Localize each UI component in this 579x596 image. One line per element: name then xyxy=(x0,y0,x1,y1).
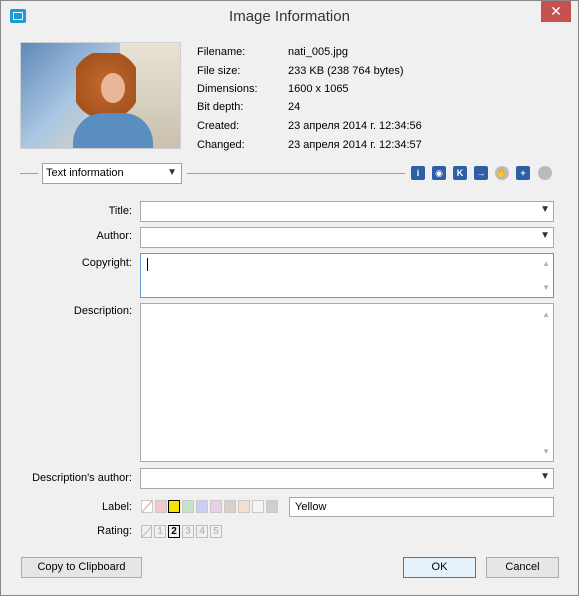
section-dropdown-value: Text information xyxy=(46,167,124,179)
chevron-down-icon[interactable]: ▼ xyxy=(540,204,550,215)
scroll-down-icon[interactable]: ▼ xyxy=(542,283,550,292)
rating-5[interactable]: 5 xyxy=(210,525,222,538)
info-label: Dimensions: xyxy=(197,83,258,95)
info-value: nati_005.jpg xyxy=(288,46,348,58)
keyword-icon[interactable]: K xyxy=(453,166,467,180)
divider xyxy=(187,173,405,174)
label-swatch-brown[interactable] xyxy=(224,500,236,513)
info-label: Created: xyxy=(197,120,240,132)
label-swatch-none[interactable] xyxy=(141,500,153,513)
window-title: Image Information xyxy=(229,8,350,25)
author-label: Author: xyxy=(96,230,132,242)
chevron-down-icon[interactable]: ▼ xyxy=(540,471,550,482)
globe-icon[interactable] xyxy=(538,166,552,180)
label-swatch-yellow[interactable] xyxy=(168,500,180,513)
description-field[interactable]: ▲ ▼ xyxy=(140,303,554,462)
label-swatch-white[interactable] xyxy=(252,500,264,513)
rating-2[interactable]: 2 xyxy=(168,525,180,538)
label-swatch-orange[interactable] xyxy=(238,500,250,513)
divider xyxy=(20,173,38,174)
scroll-up-icon[interactable]: ▲ xyxy=(542,310,550,319)
info-label: Changed: xyxy=(197,139,245,151)
rating-1[interactable]: 1 xyxy=(154,525,166,538)
chevron-down-icon: ▼ xyxy=(167,167,177,178)
image-thumbnail xyxy=(20,42,181,149)
title-field[interactable]: ▼ xyxy=(140,201,554,222)
rating-none[interactable] xyxy=(141,525,152,538)
info-value: 233 KB (238 764 bytes) xyxy=(288,65,404,77)
description-author-field[interactable]: ▼ xyxy=(140,468,554,489)
plus-icon[interactable]: + xyxy=(516,166,530,180)
scroll-down-icon[interactable]: ▼ xyxy=(542,447,550,456)
label-swatch-blue[interactable] xyxy=(196,500,208,513)
info-value: 23 апреля 2014 г. 12:34:57 xyxy=(288,139,422,151)
rating-caption: Rating: xyxy=(97,525,132,537)
camera-icon[interactable]: ◉ xyxy=(432,166,446,180)
label-swatch-red[interactable] xyxy=(155,500,167,513)
arrow-icon[interactable]: → xyxy=(474,166,488,180)
close-button[interactable]: ✕ xyxy=(541,1,571,22)
title-bar: Image Information ✕ xyxy=(1,1,578,32)
text-caret xyxy=(147,258,148,271)
info-value: 1600 x 1065 xyxy=(288,83,349,95)
description-author-label: Description's author: xyxy=(32,472,132,484)
rating-3[interactable]: 3 xyxy=(182,525,194,538)
copyright-field[interactable]: ▲ ▼ xyxy=(140,253,554,298)
copy-to-clipboard-button[interactable]: Copy to Clipboard xyxy=(21,557,142,578)
info-icon[interactable]: i xyxy=(411,166,425,180)
label-swatch-gray[interactable] xyxy=(266,500,278,513)
info-value: 24 xyxy=(288,101,301,113)
cancel-button[interactable]: Cancel xyxy=(486,557,559,578)
label-swatch-green[interactable] xyxy=(182,500,194,513)
author-field[interactable]: ▼ xyxy=(140,227,554,248)
chevron-down-icon[interactable]: ▼ xyxy=(540,230,550,241)
label-swatch-purple[interactable] xyxy=(210,500,222,513)
image-information-dialog: Image Information ✕ Filename: nati_005.j… xyxy=(0,0,579,596)
label-name-field[interactable]: Yellow xyxy=(289,497,554,517)
scroll-up-icon[interactable]: ▲ xyxy=(542,259,550,268)
label-caption: Label: xyxy=(102,501,132,513)
rating-4[interactable]: 4 xyxy=(196,525,208,538)
description-label: Description: xyxy=(73,305,132,317)
ok-button[interactable]: OK xyxy=(403,557,476,578)
section-dropdown[interactable]: Text information ▼ xyxy=(42,163,182,184)
copyright-label: Copyright: xyxy=(81,257,132,269)
title-label: Title: xyxy=(108,205,132,217)
info-label: Filename: xyxy=(197,46,246,58)
hand-icon[interactable]: ✋ xyxy=(495,166,509,180)
info-label: Bit depth: xyxy=(197,101,244,113)
info-value: 23 апреля 2014 г. 12:34:56 xyxy=(288,120,422,132)
info-label: File size: xyxy=(197,65,241,77)
